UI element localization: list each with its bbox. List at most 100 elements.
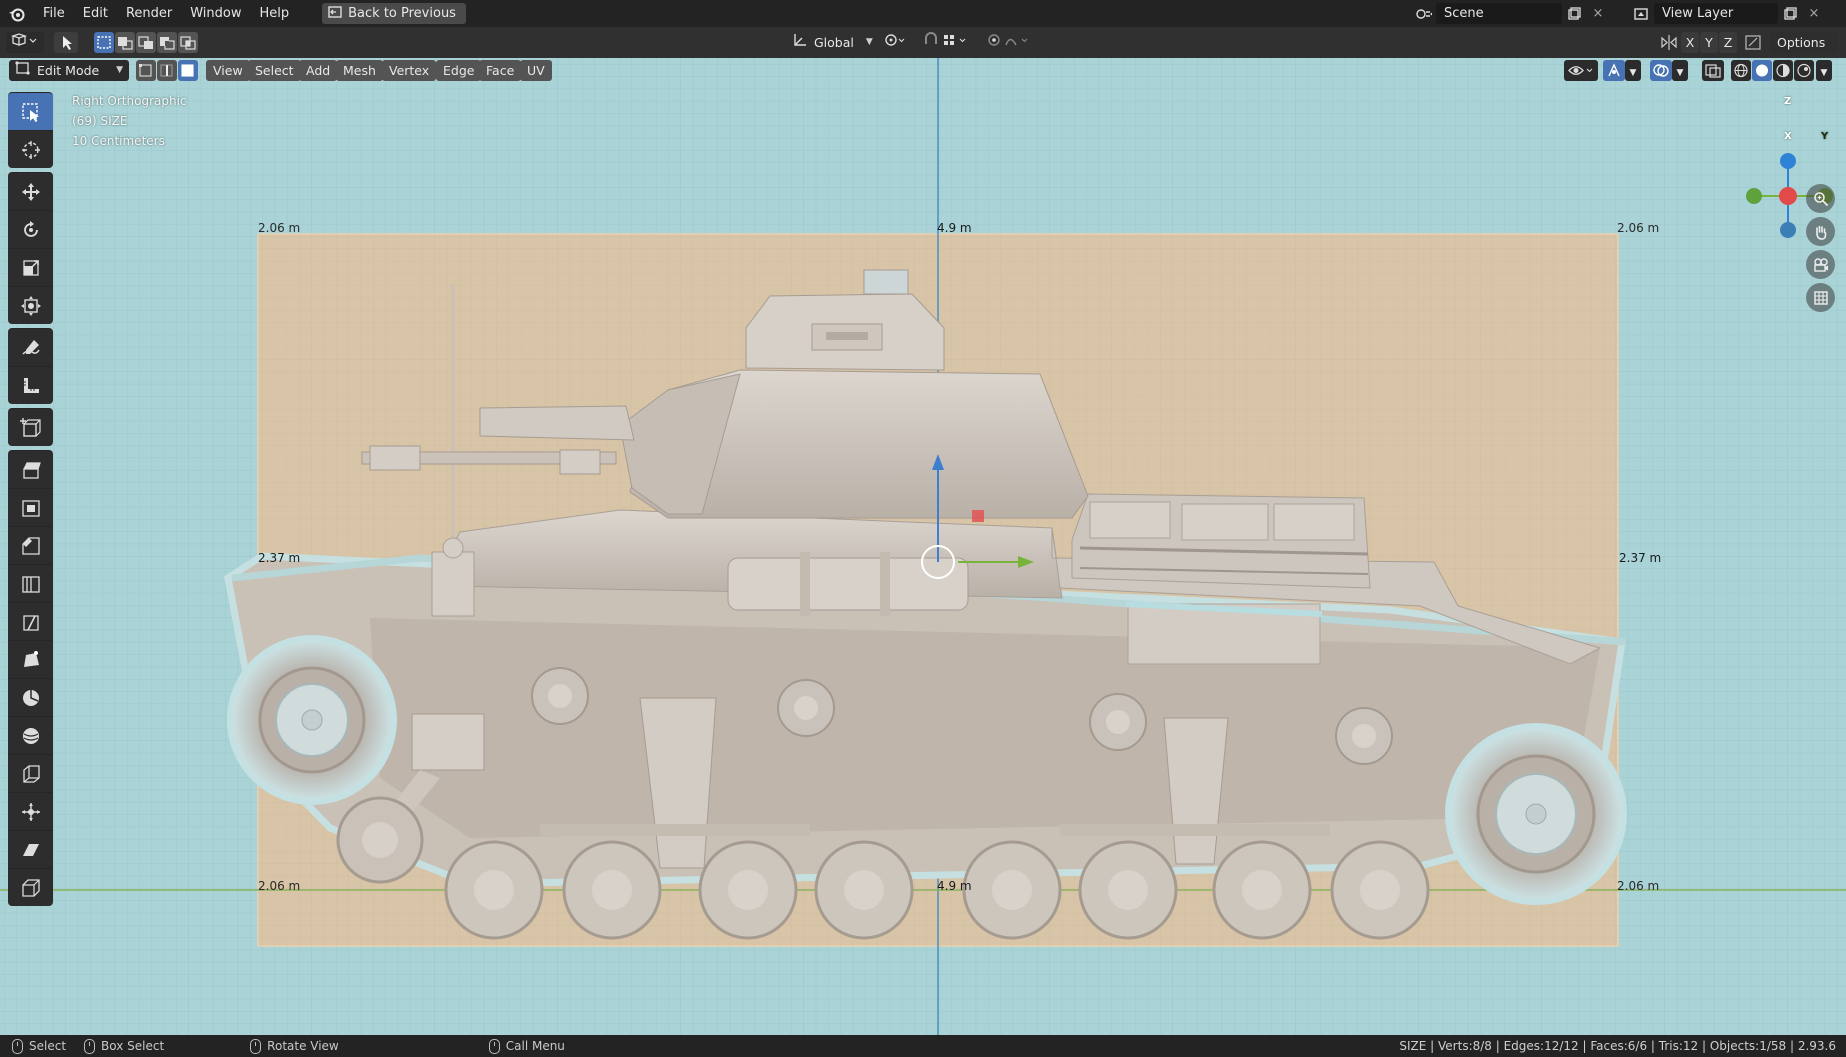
rotate-icon[interactable] [8, 210, 53, 248]
select-box-icon[interactable] [8, 92, 53, 130]
mouse-icon [250, 1038, 262, 1054]
menu-render[interactable]: Render [117, 0, 181, 27]
menu-uv[interactable]: UV [520, 60, 552, 81]
bevel-icon[interactable] [8, 526, 53, 564]
mirror-y-toggle[interactable]: Y [1700, 32, 1718, 53]
blender-logo-icon[interactable] [0, 0, 34, 27]
overlays-toggle-icon[interactable] [1650, 60, 1672, 81]
select-mode-extend-icon[interactable] [115, 32, 135, 53]
transform-orientation-label: Global [814, 35, 854, 50]
select-mode-invert-icon[interactable] [157, 32, 177, 53]
object-name-label: (69) SIZE [72, 114, 128, 128]
options-dropdown[interactable]: Options ▼ [1770, 32, 1838, 71]
menu-select[interactable]: Select [248, 60, 301, 81]
menu-mesh[interactable]: Mesh [336, 60, 383, 81]
menu-vertex[interactable]: Vertex [382, 60, 437, 81]
mouse-icon [12, 1038, 23, 1054]
drive-sprocket [227, 635, 397, 805]
spin-icon[interactable] [8, 678, 53, 716]
auto-merge-icon[interactable] [1742, 32, 1764, 53]
grid-scale-label: 10 Centimeters [72, 134, 165, 148]
mode-dropdown[interactable]: Edit Mode ▼ [9, 60, 129, 81]
shrink-fatten-icon[interactable] [8, 792, 53, 830]
menu-help[interactable]: Help [251, 0, 299, 27]
select-mode-intersect-icon[interactable] [178, 32, 198, 53]
hand-icon[interactable] [1806, 217, 1835, 246]
inset-icon[interactable] [8, 488, 53, 526]
engine-deck [1071, 493, 1371, 589]
snap-icon[interactable] [918, 32, 974, 53]
poly-build-icon[interactable] [8, 640, 53, 678]
scene-name-field[interactable]: Scene [1436, 3, 1562, 24]
chevron-down-icon[interactable]: ▼ [1625, 60, 1641, 81]
view-layer-name-field[interactable]: View Layer [1654, 3, 1778, 24]
measure-icon[interactable] [8, 366, 53, 404]
gizmo-toggle-icon[interactable] [1603, 60, 1625, 81]
loop-cut-icon[interactable] [8, 564, 53, 602]
mirror-z-toggle[interactable]: Z [1719, 32, 1737, 53]
mouse-icon [84, 1038, 96, 1054]
menu-file[interactable]: File [34, 0, 74, 27]
mode-label: Edit Mode [37, 63, 100, 78]
menu-add[interactable]: Add [299, 60, 338, 81]
mirror-x-toggle[interactable]: X [1681, 32, 1699, 53]
material-shading-icon[interactable] [1773, 60, 1793, 81]
extrude-icon[interactable] [8, 450, 53, 488]
visibility-icon[interactable] [1564, 60, 1598, 81]
select-mode-subtract-icon[interactable] [136, 32, 156, 53]
smooth-icon[interactable] [8, 716, 53, 754]
menu-view[interactable]: View [206, 60, 250, 81]
menu-face[interactable]: Face [479, 60, 522, 81]
chevron-down-icon[interactable]: ▼ [1816, 60, 1832, 81]
close-icon[interactable]: × [1802, 3, 1826, 24]
scale-icon[interactable] [8, 248, 53, 286]
proportional-icon[interactable] [980, 32, 1036, 53]
edit-mode-icon [15, 60, 31, 81]
annotate-icon[interactable] [8, 328, 53, 366]
move-icon[interactable] [8, 172, 53, 210]
select-tool-icon[interactable] [54, 32, 78, 53]
edge-slide-icon[interactable] [8, 754, 53, 792]
camera-icon[interactable] [1806, 250, 1835, 279]
gizmo-z-label: Z [1784, 96, 1792, 107]
cursor-icon[interactable] [8, 130, 53, 168]
vertex-select-icon[interactable] [136, 60, 156, 81]
select-mode-new-icon[interactable] [94, 32, 114, 53]
menu-window[interactable]: Window [181, 0, 250, 27]
dimension-top-left: 2.06 m [258, 221, 301, 235]
mirror-icon[interactable] [1658, 32, 1680, 53]
dimension-bottom-right: 2.06 m [1617, 879, 1660, 893]
face-select-icon[interactable] [178, 60, 198, 81]
add-cube-icon[interactable] [8, 408, 53, 446]
editor-type-button[interactable] [6, 32, 44, 53]
idler-wheel [1445, 723, 1627, 905]
transform-orientation-dropdown[interactable]: Global ▼ [786, 32, 874, 53]
scene-selector[interactable]: Scene × [1412, 3, 1610, 24]
3d-viewport[interactable]: Z X Y Right Orthographic (69) SIZE 10 Ce… [0, 58, 1846, 1035]
chevron-down-icon[interactable]: ▼ [1672, 60, 1688, 81]
new-scene-icon[interactable] [1562, 3, 1586, 24]
zoom-icon[interactable] [1806, 184, 1835, 213]
rendered-shading-icon[interactable] [1794, 60, 1814, 81]
wireframe-shading-icon[interactable] [1731, 60, 1751, 81]
solid-shading-icon[interactable] [1752, 60, 1772, 81]
grid-icon[interactable] [1806, 283, 1835, 312]
knife-icon[interactable] [8, 602, 53, 640]
menu-edit[interactable]: Edit [74, 0, 117, 27]
status-rotate-view-label: Rotate View [267, 1039, 339, 1053]
view-layer-icon[interactable] [1630, 3, 1654, 24]
new-view-layer-icon[interactable] [1778, 3, 1802, 24]
close-icon[interactable]: × [1586, 3, 1610, 24]
rip-icon[interactable] [8, 868, 53, 906]
edge-select-icon[interactable] [157, 60, 177, 81]
menu-edge[interactable]: Edge [436, 60, 482, 81]
scene-icon[interactable] [1412, 3, 1436, 24]
back-to-previous-button[interactable]: Back to Previous [322, 3, 466, 24]
dimension-mid-right: 2.37 m [1619, 551, 1662, 565]
view-layer-selector[interactable]: View Layer × [1630, 3, 1826, 24]
transform-icon[interactable] [8, 286, 53, 324]
pivot-icon[interactable] [880, 32, 910, 53]
gizmo-x-label: X [1784, 131, 1792, 142]
shear-icon[interactable] [8, 830, 53, 868]
xray-toggle-icon[interactable] [1702, 60, 1724, 81]
